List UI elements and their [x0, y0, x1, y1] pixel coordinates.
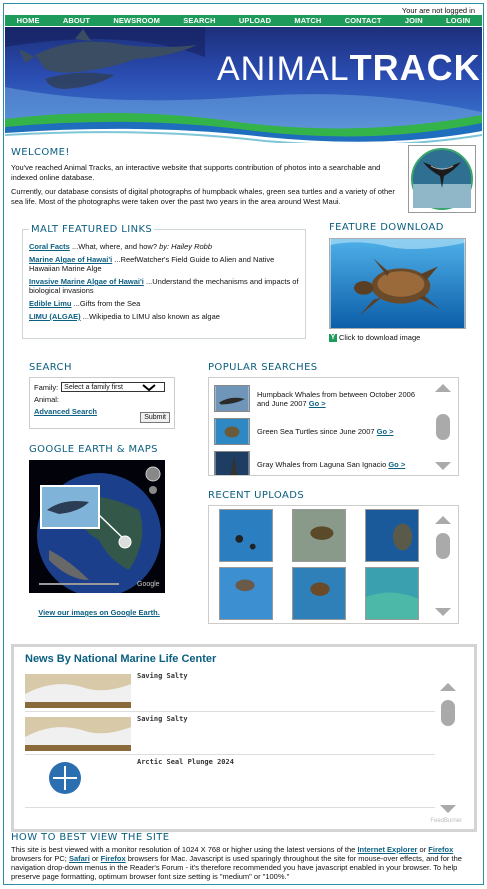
news-item[interactable]: Saving Salty: [25, 715, 435, 755]
featured-item: Coral Facts ...What, where, and how? by:…: [29, 242, 213, 251]
recent-uploads: RECENT UPLOADS: [208, 490, 460, 624]
featured-link-edible-limu[interactable]: Edible Limu: [29, 299, 72, 308]
upload-thumbnail[interactable]: [219, 509, 273, 562]
welcome-heading: WELCOME!: [11, 147, 70, 158]
chevron-down-icon: [142, 384, 156, 391]
news-image: [25, 760, 131, 804]
feedburner-credit: FeedBurner: [430, 818, 462, 824]
popular-searches: POPULAR SEARCHES Humpback Whales from be…: [208, 362, 460, 476]
nav-newsroom[interactable]: NEWSROOM: [113, 16, 160, 25]
scroll-up-icon[interactable]: [440, 683, 456, 691]
popular-scrollbar[interactable]: [432, 384, 454, 470]
search-section: SEARCH Family: Select a family first Ani…: [29, 362, 175, 429]
banner: ANIMALTRACKS: [5, 27, 482, 143]
featured-heading: MALT FEATURED LINKS: [29, 224, 155, 235]
scroll-thumb[interactable]: [436, 533, 450, 559]
firefox-link[interactable]: Firefox: [101, 854, 126, 863]
how-to-view-section: HOW TO BEST VIEW THE SITE This site is b…: [11, 832, 477, 881]
upload-thumbnail[interactable]: [292, 509, 346, 562]
go-link[interactable]: Go >: [388, 460, 405, 469]
featured-item: Marine Algae of Hawai'i ...ReefWatcher's…: [29, 255, 275, 273]
news-widget: News By National Marine Life Center Savi…: [11, 644, 477, 832]
family-label: Family:: [34, 382, 59, 392]
family-select[interactable]: Select a family first: [61, 382, 166, 392]
advanced-search-link[interactable]: Advanced Search: [34, 407, 97, 416]
nav-about[interactable]: ABOUT: [63, 16, 90, 25]
go-link[interactable]: Go >: [309, 399, 326, 408]
svg-text:Google: Google: [137, 581, 160, 588]
whale-tail-icon: [411, 148, 473, 210]
featured-link-invasive-algae[interactable]: Invasive Marine Algae of Hawai'i: [29, 277, 144, 286]
news-heading: News By National Marine Life Center: [25, 653, 217, 665]
google-earth-map[interactable]: Google: [29, 460, 165, 597]
welcome-text-1: You've reached Animal Tracks, an interac…: [11, 163, 381, 182]
scroll-down-icon[interactable]: [435, 608, 451, 616]
go-link[interactable]: Go >: [377, 427, 394, 436]
popular-item: Green Sea Turtles since June 2007 Go >: [214, 418, 429, 445]
nav-search[interactable]: SEARCH: [183, 16, 215, 25]
welcome-section: WELCOME! You've reached Animal Tracks, a…: [11, 147, 406, 211]
submit-button[interactable]: Submit: [140, 412, 170, 423]
news-image: [25, 674, 131, 708]
upload-thumbnail[interactable]: [365, 567, 419, 620]
news-item[interactable]: Arctic Seal Plunge 2024: [25, 758, 435, 808]
howto-text: This site is best viewed with a monitor …: [11, 845, 462, 881]
scroll-thumb[interactable]: [436, 414, 450, 440]
upload-thumbnail[interactable]: [219, 567, 273, 620]
top-nav: HOME ABOUT NEWSROOM SEARCH UPLOAD MATCH …: [5, 15, 482, 26]
howto-heading: HOW TO BEST VIEW THE SITE: [11, 832, 170, 843]
popular-item: Humpback Whales from between October 200…: [214, 385, 429, 412]
nav-home[interactable]: HOME: [17, 16, 40, 25]
search-box: Family: Select a family first Animal: Ad…: [29, 377, 175, 429]
scroll-down-icon[interactable]: [435, 462, 451, 470]
site-logo[interactable]: ANIMALTRACKS: [217, 47, 482, 89]
scroll-up-icon[interactable]: [435, 516, 451, 524]
featured-item: Edible Limu ...Gifts from the Sea: [29, 299, 141, 308]
scroll-thumb[interactable]: [441, 700, 455, 726]
recent-grid-box: [208, 505, 459, 624]
sea-turtle-image[interactable]: [329, 238, 466, 329]
google-earth-heading: GOOGLE EARTH & MAPS: [29, 444, 158, 455]
featured-link-marine-algae[interactable]: Marine Algae of Hawai'i: [29, 255, 112, 264]
gray-whale-thumbnail[interactable]: [214, 451, 250, 476]
featured-links: MALT FEATURED LINKS Coral Facts ...What,…: [22, 224, 306, 339]
popular-item: Gray Whales from Laguna San Ignacio Go >: [214, 451, 429, 476]
login-status: Your are not logged in: [401, 6, 475, 15]
news-scrollbar[interactable]: [437, 683, 459, 813]
ie-link[interactable]: Internet Explorer: [357, 845, 417, 854]
news-image: [25, 717, 131, 751]
recent-heading: RECENT UPLOADS: [208, 490, 305, 501]
featured-item: LIMU (ALGAE) ...Wikipedia to LIMU also k…: [29, 312, 220, 321]
popular-heading: POPULAR SEARCHES: [208, 362, 318, 373]
download-caption[interactable]: Y Click to download image: [329, 333, 469, 342]
nav-login[interactable]: LOGIN: [446, 16, 470, 25]
welcome-text-2: Currently, our database consists of digi…: [11, 187, 395, 206]
humpback-thumbnail[interactable]: [214, 385, 250, 412]
featured-link-limu-algae[interactable]: LIMU (ALGAE): [29, 312, 81, 321]
search-heading: SEARCH: [29, 362, 72, 373]
nav-upload[interactable]: UPLOAD: [239, 16, 271, 25]
sea-turtle-thumbnail[interactable]: [214, 418, 250, 445]
recent-scrollbar[interactable]: [432, 516, 454, 616]
feature-download: FEATURE DOWNLOAD Y Click to download ima…: [329, 222, 469, 342]
download-icon: Y: [329, 333, 337, 342]
featured-item: Invasive Marine Algae of Hawai'i ...Unde…: [29, 277, 299, 295]
safari-link[interactable]: Safari: [69, 854, 90, 863]
nav-match[interactable]: MATCH: [294, 16, 321, 25]
view-google-earth-link[interactable]: View our images on Google Earth.: [38, 608, 160, 617]
news-item[interactable]: Saving Salty: [25, 672, 435, 712]
upload-thumbnail[interactable]: [292, 567, 346, 620]
scroll-up-icon[interactable]: [435, 384, 451, 392]
upload-thumbnail[interactable]: [365, 509, 419, 562]
popular-list: Humpback Whales from between October 200…: [208, 377, 459, 476]
google-earth-section: GOOGLE EARTH & MAPS Google View our imag…: [29, 444, 169, 617]
firefox-link[interactable]: Firefox: [428, 845, 453, 854]
animal-label: Animal:: [34, 395, 60, 404]
feature-download-heading: FEATURE DOWNLOAD: [329, 222, 444, 233]
featured-link-coral-facts[interactable]: Coral Facts: [29, 242, 70, 251]
whale-tail-image: [408, 145, 476, 213]
nav-join[interactable]: JOIN: [405, 16, 423, 25]
nav-contact[interactable]: CONTACT: [345, 16, 382, 25]
scroll-down-icon[interactable]: [440, 805, 456, 813]
